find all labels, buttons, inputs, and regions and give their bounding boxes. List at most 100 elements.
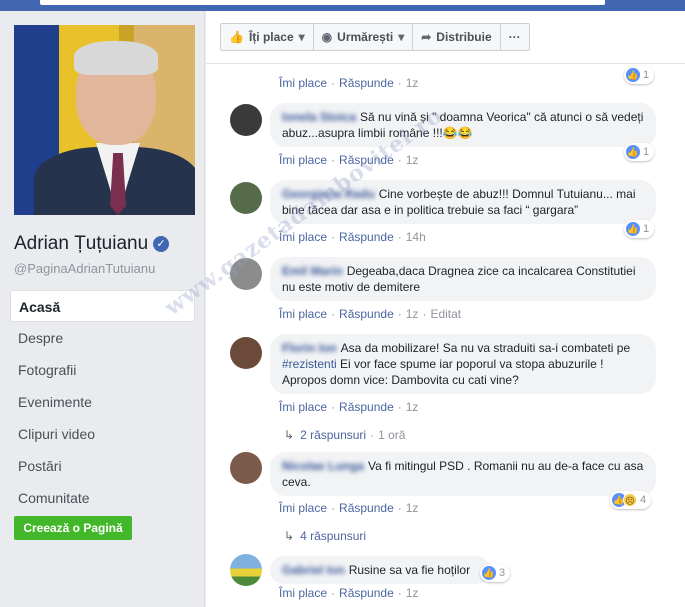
comment-like-link[interactable]: Îmi place [279, 76, 327, 90]
comment-author[interactable]: Emil Marin [282, 264, 343, 278]
more-options-button[interactable]: ··· [501, 24, 529, 50]
main-column: 👍 Îți place ▾ ◉ Urmărești ▾ ➦ Distribuie… [206, 11, 685, 607]
comment-like-link[interactable]: Îmi place [279, 400, 327, 414]
caret-down-icon: ▾ [298, 30, 305, 44]
comment-meta: Îmi place · Răspunde · 14h [279, 230, 426, 244]
like-page-button[interactable]: 👍 Îți place ▾ [221, 24, 314, 50]
reaction-count: 1 [643, 146, 650, 158]
hashtag-link[interactable]: #rezistenti [282, 357, 337, 371]
like-reaction-icon: 👍 [626, 145, 640, 159]
comment-reactions[interactable]: 👍 ☹ 4 [610, 491, 652, 509]
comment-time[interactable]: 1z [406, 586, 419, 600]
share-button[interactable]: ➦ Distribuie [413, 24, 501, 50]
comment-time[interactable]: 1z [406, 76, 419, 90]
page-handle[interactable]: @PaginaAdrianTutuianu [14, 261, 155, 276]
page-actions-toolbar: 👍 Îți place ▾ ◉ Urmărești ▾ ➦ Distribuie… [220, 23, 530, 51]
avatar[interactable] [230, 104, 262, 136]
comment-reactions[interactable]: 👍 1 [624, 220, 655, 238]
nav-item-videos[interactable]: Clipuri video [10, 418, 195, 450]
follow-button[interactable]: ◉ Urmărești ▾ [314, 24, 414, 50]
comment-like-link[interactable]: Îmi place [279, 501, 327, 515]
caret-down-icon: ▾ [398, 30, 405, 44]
verified-badge-icon: ✓ [153, 236, 170, 252]
follow-label: Urmărești [337, 30, 394, 44]
comment-meta: Îmi place · Răspunde · 1z [279, 76, 419, 90]
comment-bubble: Ionela Stoica Să nu vină și " doamna Veor… [270, 103, 656, 147]
nav-item-home[interactable]: Acasă [10, 290, 195, 322]
comment-reply-link[interactable]: Răspunde [339, 400, 394, 414]
comment-text: Rusine sa va fie hoților [348, 563, 471, 577]
comment-author[interactable]: Gabriel Ion [282, 563, 345, 577]
search-bar[interactable] [40, 0, 605, 5]
replies-count[interactable]: 4 răspunsuri [300, 529, 366, 543]
comment-time[interactable]: 1z [406, 307, 419, 321]
reply-arrow-icon: ↳ [284, 529, 295, 543]
comment-time[interactable]: 14h [406, 230, 426, 244]
sad-reaction-icon: ☹ [623, 493, 637, 507]
like-reaction-icon: 👍 [626, 222, 640, 236]
nav-item-events[interactable]: Evenimente [10, 386, 195, 418]
comment-bubble: Nicolae Lunga Va fi mitingul PSD . Romani… [270, 452, 656, 496]
avatar[interactable] [230, 337, 262, 369]
comment-time[interactable]: 1z [406, 153, 419, 167]
toolbar-divider [206, 63, 685, 64]
nav-item-community[interactable]: Comunitate [10, 482, 195, 514]
comment-bubble: Florin Ion Asa da mobilizare! Sa nu va st… [270, 334, 656, 394]
comment-bubble: Gabriel Ion Rusine sa va fie hoților [270, 556, 490, 584]
comment-like-link[interactable]: Îmi place [279, 307, 327, 321]
comment-reply-link[interactable]: Răspunde [339, 307, 394, 321]
replies-count[interactable]: 2 răspunsuri [300, 428, 366, 442]
comment-reply-link[interactable]: Răspunde [339, 501, 394, 515]
comment-bubble: Emil Marin Degeaba,daca Dragnea zice ca i… [270, 257, 656, 301]
comment-reactions[interactable]: 👍 1 [624, 66, 655, 84]
comment-meta: Îmi place · Răspunde · 1z [279, 586, 419, 600]
like-page-label: Îți place [248, 30, 294, 44]
replies-time: 1 oră [378, 428, 406, 442]
reaction-count: 3 [499, 567, 506, 579]
reply-arrow-icon: ↳ [284, 428, 295, 442]
comment-meta: Îmi place · Răspunde · 1z [279, 153, 419, 167]
comment-author[interactable]: Florin Ion [282, 341, 337, 355]
share-arrow-icon: ➦ [421, 30, 432, 44]
avatar[interactable] [230, 554, 262, 586]
comment-text: Asa da mobilizare! Sa nu va straduiti sa… [340, 341, 631, 355]
nav-item-about[interactable]: Despre [10, 322, 195, 354]
comment-author[interactable]: Ionela Stoica [282, 110, 356, 124]
like-reaction-icon: 👍 [482, 566, 496, 580]
nav-item-photos[interactable]: Fotografii [10, 354, 195, 386]
hair [74, 41, 158, 75]
page-nav: Acasă Despre Fotografii Evenimente Clipu… [10, 290, 195, 514]
comment-reply-link[interactable]: Răspunde [339, 230, 394, 244]
avatar[interactable] [230, 258, 262, 290]
comment-reactions[interactable]: 👍 3 [480, 564, 511, 582]
avatar[interactable] [230, 182, 262, 214]
comment-like-link[interactable]: Îmi place [279, 153, 327, 167]
comment-author[interactable]: Georgiana Radu [282, 187, 375, 201]
view-replies-link[interactable]: ↳ 2 răspunsuri · 1 oră [284, 428, 405, 442]
comment-time[interactable]: 1z [406, 501, 419, 515]
reaction-count: 1 [643, 69, 650, 81]
comment-edited[interactable]: Editat [430, 307, 461, 321]
comment-meta: Îmi place · Răspunde · 1z · Editat [279, 307, 462, 321]
comment-like-link[interactable]: Îmi place [279, 586, 327, 600]
comment-reactions[interactable]: 👍 1 [624, 143, 655, 161]
page-name-text[interactable]: Adrian Țuțuianu [14, 233, 148, 255]
comment-reply-link[interactable]: Răspunde [339, 153, 394, 167]
comment-author[interactable]: Nicolae Lunga [282, 459, 364, 473]
nav-item-posts[interactable]: Postări [10, 450, 195, 482]
thumbs-up-icon: 👍 [229, 30, 244, 44]
more-icon: ··· [508, 30, 521, 44]
comment-reply-link[interactable]: Răspunde [339, 586, 394, 600]
profile-photo[interactable] [14, 25, 195, 215]
share-label: Distribuie [436, 30, 492, 44]
comment-like-link[interactable]: Îmi place [279, 230, 327, 244]
avatar[interactable] [230, 452, 262, 484]
comment-meta: Îmi place · Răspunde · 1z [279, 501, 419, 515]
rss-icon: ◉ [321, 30, 333, 44]
page-title[interactable]: Adrian Țuțuianu ✓ [14, 233, 170, 255]
create-page-button[interactable]: Creează o Pagină [14, 516, 132, 540]
comment-meta: Îmi place · Răspunde · 1z [279, 400, 419, 414]
comment-time[interactable]: 1z [406, 400, 419, 414]
comment-reply-link[interactable]: Răspunde [339, 76, 394, 90]
view-replies-link[interactable]: ↳ 4 răspunsuri [284, 529, 366, 543]
